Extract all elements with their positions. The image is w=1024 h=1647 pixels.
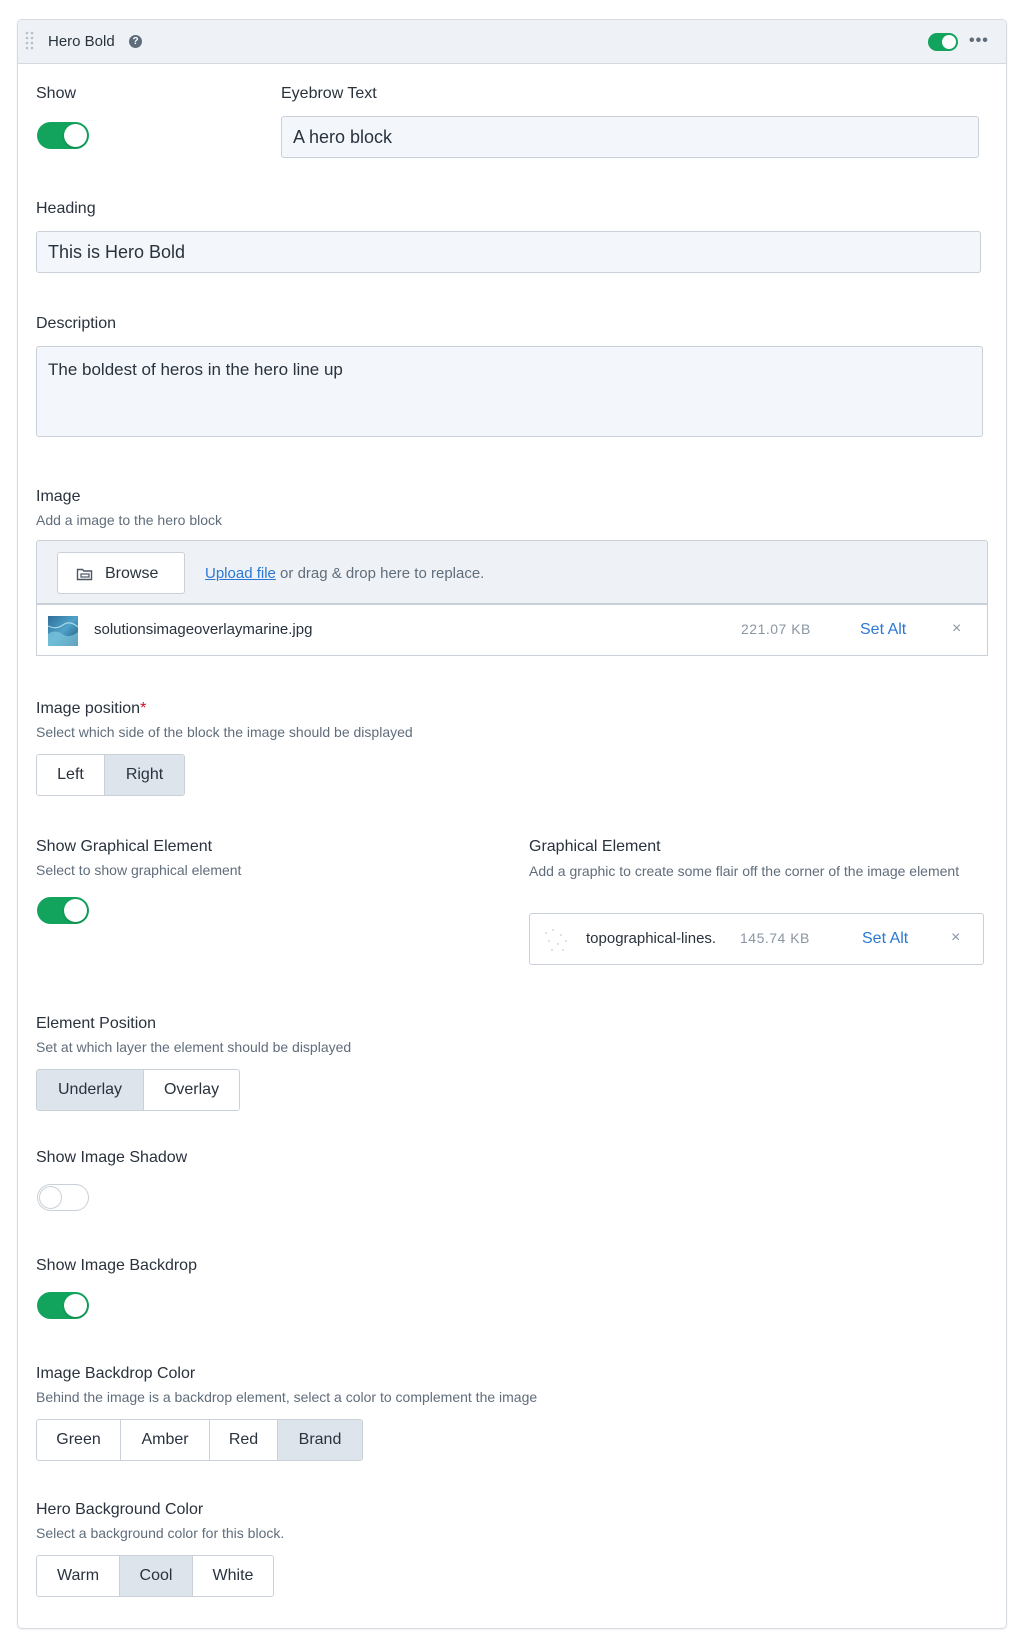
hero-background-color-hint: Select a background color for this block… (36, 1525, 285, 1541)
more-icon[interactable]: ••• (969, 32, 989, 50)
browse-button[interactable]: Browse (57, 552, 185, 594)
image-set-alt-button[interactable]: Set Alt (860, 621, 906, 639)
block-title: Hero Bold (48, 33, 115, 50)
backdrop-option-green[interactable]: Green (37, 1420, 121, 1460)
heading-input[interactable]: This is Hero Bold (36, 231, 981, 273)
graphical-element-label: Graphical Element (529, 838, 661, 855)
graphical-element-file-size: 145.74 KB (740, 930, 810, 946)
image-backdrop-color-label: Image Backdrop Color (36, 1365, 196, 1382)
element-position-label: Element Position (36, 1015, 157, 1032)
required-mark: * (140, 700, 147, 717)
description-textarea[interactable]: The boldest of heros in the hero line up (36, 346, 983, 437)
show-toggle[interactable] (37, 122, 89, 149)
eyebrow-input[interactable]: A hero block (281, 116, 979, 158)
description-label: Description (36, 315, 117, 332)
image-position-label-text: Image position (36, 700, 141, 717)
show-image-backdrop-toggle[interactable] (37, 1292, 89, 1319)
folder-icon (76, 566, 94, 582)
drop-text: or drag & drop here to replace. (275, 565, 485, 582)
image-thumbnail (47, 616, 79, 646)
backdrop-option-red[interactable]: Red (210, 1420, 278, 1460)
upload-file-link[interactable]: Upload file (205, 565, 276, 582)
image-position-segmented: Left Right (36, 754, 185, 796)
show-image-backdrop-label: Show Image Backdrop (36, 1257, 197, 1274)
show-graphical-element-hint: Select to show graphical element (36, 862, 242, 878)
show-graphical-element-label: Show Graphical Element (36, 838, 213, 855)
heading-label: Heading (36, 200, 96, 217)
show-image-shadow-label: Show Image Shadow (36, 1149, 188, 1166)
hero-background-color-segmented: Warm Cool White (36, 1555, 274, 1597)
image-backdrop-color-segmented: Green Amber Red Brand (36, 1419, 363, 1461)
element-position-hint: Set at which layer the element should be… (36, 1039, 352, 1055)
graphical-element-file-name: topographical-lines. (586, 930, 717, 947)
info-icon[interactable]: ? (129, 35, 142, 48)
element-position-segmented: Underlay Overlay (36, 1069, 240, 1111)
block-header: Hero Bold ? ••• (18, 20, 1006, 64)
graphical-element-thumbnail (541, 925, 571, 955)
block-enabled-toggle[interactable] (928, 33, 958, 51)
image-file-row: solutionsimageoverlaymarine.jpg 221.07 K… (36, 604, 988, 656)
show-image-shadow-toggle[interactable] (37, 1184, 89, 1211)
graphical-element-set-alt-button[interactable]: Set Alt (862, 930, 908, 948)
background-option-warm[interactable]: Warm (37, 1556, 120, 1596)
browse-label: Browse (105, 565, 159, 582)
graphical-element-remove-icon[interactable]: × (951, 929, 960, 947)
element-position-option-underlay[interactable]: Underlay (37, 1070, 144, 1110)
drop-instructions: Upload file or drag & drop here to repla… (205, 565, 484, 582)
image-label: Image (36, 488, 81, 505)
image-position-hint: Select which side of the block the image… (36, 724, 413, 740)
graphical-element-file-row: topographical-lines. 145.74 KB Set Alt × (529, 913, 984, 965)
drag-handle-icon[interactable] (25, 31, 35, 53)
backdrop-option-amber[interactable]: Amber (121, 1420, 210, 1460)
image-backdrop-color-hint: Behind the image is a backdrop element, … (36, 1389, 538, 1405)
show-label: Show (36, 85, 77, 102)
show-graphical-element-toggle[interactable] (37, 897, 89, 924)
image-file-size: 221.07 KB (741, 621, 811, 637)
graphical-element-hint: Add a graphic to create some flair off t… (529, 863, 960, 879)
image-file-name: solutionsimageoverlaymarine.jpg (94, 621, 313, 638)
image-position-option-right[interactable]: Right (105, 755, 184, 795)
image-dropzone[interactable]: Browse Upload file or drag & drop here t… (36, 540, 988, 604)
image-position-option-left[interactable]: Left (37, 755, 105, 795)
image-remove-icon[interactable]: × (952, 620, 961, 638)
background-option-cool[interactable]: Cool (120, 1556, 193, 1596)
background-option-white[interactable]: White (193, 1556, 273, 1596)
image-position-label: Image position* (36, 700, 146, 718)
image-hint: Add a image to the hero block (36, 512, 223, 528)
backdrop-option-brand[interactable]: Brand (278, 1420, 362, 1460)
element-position-option-overlay[interactable]: Overlay (144, 1070, 239, 1110)
eyebrow-label: Eyebrow Text (281, 85, 377, 102)
hero-background-color-label: Hero Background Color (36, 1501, 204, 1518)
